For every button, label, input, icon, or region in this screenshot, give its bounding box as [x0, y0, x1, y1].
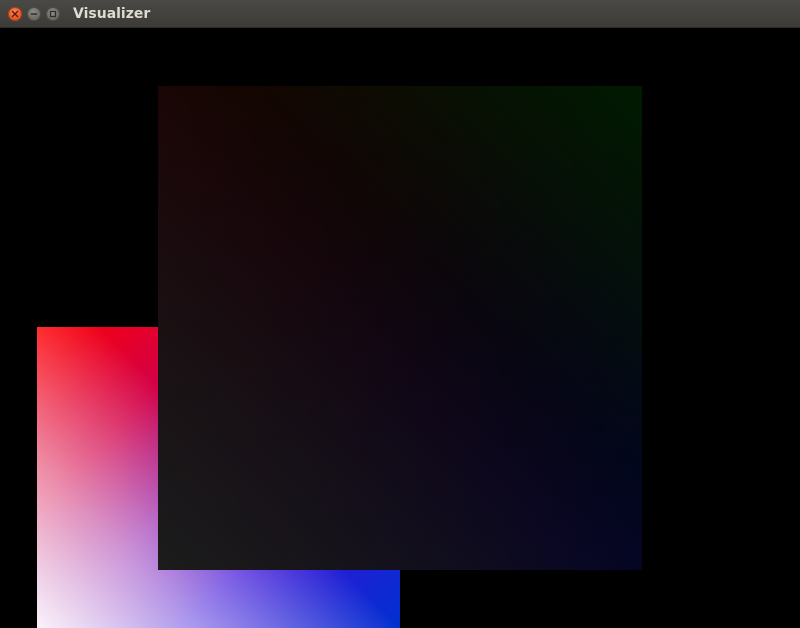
window-title: Visualizer: [73, 6, 151, 22]
dim-gradient-quad: [158, 86, 642, 570]
visualizer-window: Visualizer: [0, 0, 800, 628]
minimize-button[interactable]: [27, 7, 41, 21]
close-button[interactable]: [8, 7, 22, 21]
maximize-icon: [49, 10, 57, 18]
title-bar[interactable]: Visualizer: [0, 0, 800, 28]
render-canvas[interactable]: [0, 28, 800, 628]
maximize-button[interactable]: [46, 7, 60, 21]
close-icon: [11, 10, 19, 18]
minimize-icon: [30, 10, 38, 18]
